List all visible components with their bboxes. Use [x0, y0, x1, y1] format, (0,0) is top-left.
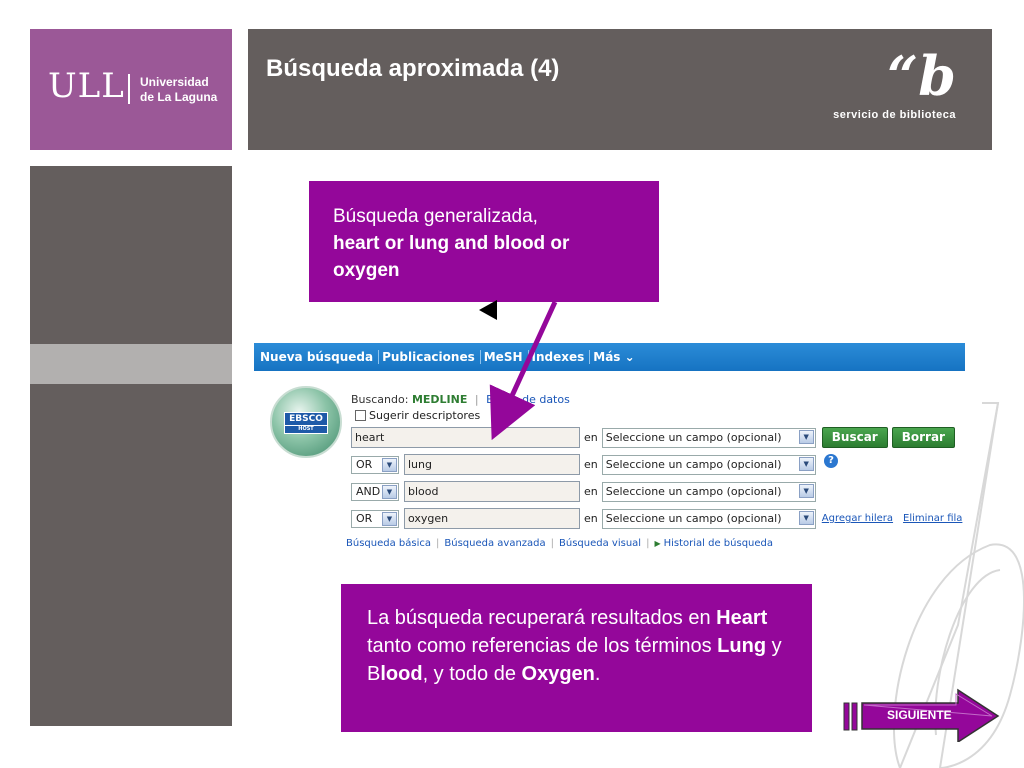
- chevron-down-icon[interactable]: ▼: [382, 511, 397, 526]
- suggest-descriptors[interactable]: Sugerir descriptores: [355, 409, 480, 422]
- nav-indexes[interactable]: Indexes: [529, 350, 591, 364]
- next-button[interactable]: SIGUIENTE: [842, 688, 1000, 744]
- help-icon[interactable]: ?: [824, 454, 838, 468]
- search-row-4: OR ▼ oxygen en Seleccione un campo (opci…: [351, 508, 962, 529]
- chevron-down-icon[interactable]: ▼: [798, 429, 814, 444]
- ebsco-search-screenshot: Nueva búsqueda Publicaciones MeSH Indexe…: [254, 343, 965, 558]
- library-logo-mark: “b: [887, 44, 956, 108]
- callout-line1: Búsqueda generalizada,: [333, 206, 538, 227]
- operator-select-2[interactable]: OR ▼: [351, 455, 399, 474]
- nav-new-search[interactable]: Nueva búsqueda: [257, 350, 380, 364]
- field-select-3[interactable]: Seleccione un campo (opcional) ▼: [601, 481, 816, 502]
- search-mode-links: Búsqueda básica | Búsqueda avanzada | Bú…: [346, 538, 774, 549]
- search-term-input-2[interactable]: lung: [404, 454, 580, 475]
- en-label: en: [584, 458, 598, 471]
- title-bar: Búsqueda aproximada (4) “b servicio de b…: [248, 29, 992, 150]
- nav-mesh[interactable]: MeSH: [481, 350, 529, 364]
- chevron-down-icon[interactable]: ▼: [798, 510, 814, 525]
- search-term-input-4[interactable]: oxygen: [404, 508, 580, 529]
- ebsco-logo-badge: EBSCO HOST: [284, 412, 328, 434]
- chevron-down-icon[interactable]: ▼: [798, 483, 814, 498]
- university-name-line2: de La Laguna: [140, 90, 218, 104]
- next-button-label: SIGUIENTE: [887, 708, 952, 722]
- search-history-link[interactable]: Historial de búsqueda: [664, 538, 773, 549]
- suggest-label: Sugerir descriptores: [369, 409, 481, 422]
- chevron-down-icon[interactable]: ▼: [382, 457, 397, 472]
- clear-button[interactable]: Borrar: [891, 427, 955, 448]
- university-name: Universidad de La Laguna: [140, 75, 217, 105]
- nav-publications[interactable]: Publicaciones: [379, 350, 481, 364]
- search-button[interactable]: Buscar: [821, 427, 888, 448]
- visual-search-link[interactable]: Búsqueda visual: [559, 538, 641, 549]
- en-label: en: [584, 485, 598, 498]
- play-icon: ▶: [654, 539, 661, 548]
- search-row-2: OR ▼ lung en Seleccione un campo (opcion…: [351, 454, 816, 475]
- left-panel-top: [30, 166, 232, 344]
- chevron-down-icon[interactable]: ▼: [798, 456, 814, 471]
- logo-divider: [128, 74, 130, 104]
- left-panel-highlight: [30, 344, 232, 384]
- searching-label: Buscando:: [351, 393, 409, 406]
- chevron-down-icon[interactable]: ▼: [382, 484, 397, 499]
- search-term-input-1[interactable]: heart: [351, 427, 580, 448]
- left-panel-bottom: [30, 384, 232, 726]
- field-select-2[interactable]: Seleccione un campo (opcional) ▼: [601, 454, 816, 475]
- ebsco-nav-bar: Nueva búsqueda Publicaciones MeSH Indexe…: [254, 343, 965, 371]
- en-label: en: [584, 431, 598, 444]
- search-row-3: AND ▼ blood en Seleccione un campo (opci…: [351, 481, 816, 502]
- university-name-line1: Universidad: [140, 75, 209, 89]
- ull-logo: ULL Universidad de La Laguna: [30, 29, 232, 150]
- searching-line: Buscando: MEDLINE | Bases de datos: [351, 393, 570, 406]
- search-term-input-3[interactable]: blood: [404, 481, 580, 502]
- ull-logo-mark: ULL: [48, 66, 125, 106]
- operator-select-4[interactable]: OR ▼: [351, 509, 399, 528]
- operator-select-3[interactable]: AND ▼: [351, 482, 399, 501]
- database-name: MEDLINE: [411, 393, 468, 406]
- databases-link[interactable]: Bases de datos: [486, 393, 570, 406]
- add-row-link[interactable]: Agregar hilera: [822, 513, 893, 524]
- suggest-checkbox[interactable]: [355, 410, 366, 421]
- advanced-search-link[interactable]: Búsqueda avanzada: [444, 538, 545, 549]
- ebsco-host-logo: EBSCO HOST: [270, 386, 342, 458]
- triangle-pointer-icon: [479, 300, 497, 320]
- callout-query: heart or lung and blood or oxygen: [333, 233, 570, 281]
- field-select-4[interactable]: Seleccione un campo (opcional) ▼: [601, 508, 816, 529]
- ebsco-logo-sub: HOST: [285, 425, 327, 433]
- callout-generalized-search: Búsqueda generalizada, heart or lung and…: [309, 181, 659, 302]
- remove-row-link[interactable]: Eliminar fila: [903, 513, 962, 524]
- en-label: en: [584, 512, 598, 525]
- basic-search-link[interactable]: Búsqueda básica: [346, 538, 431, 549]
- callout-explanation: La búsqueda recuperará resultados en Hea…: [341, 584, 812, 732]
- field-select-1[interactable]: Seleccione un campo (opcional) ▼: [601, 427, 816, 448]
- search-row-1: heart en Seleccione un campo (opcional) …: [351, 427, 955, 448]
- library-logo-text: servicio de biblioteca: [833, 109, 956, 121]
- slide-title: Búsqueda aproximada (4): [266, 55, 560, 82]
- ebsco-logo-text: EBSCO: [289, 414, 323, 424]
- nav-more[interactable]: Más ⌄: [590, 350, 639, 364]
